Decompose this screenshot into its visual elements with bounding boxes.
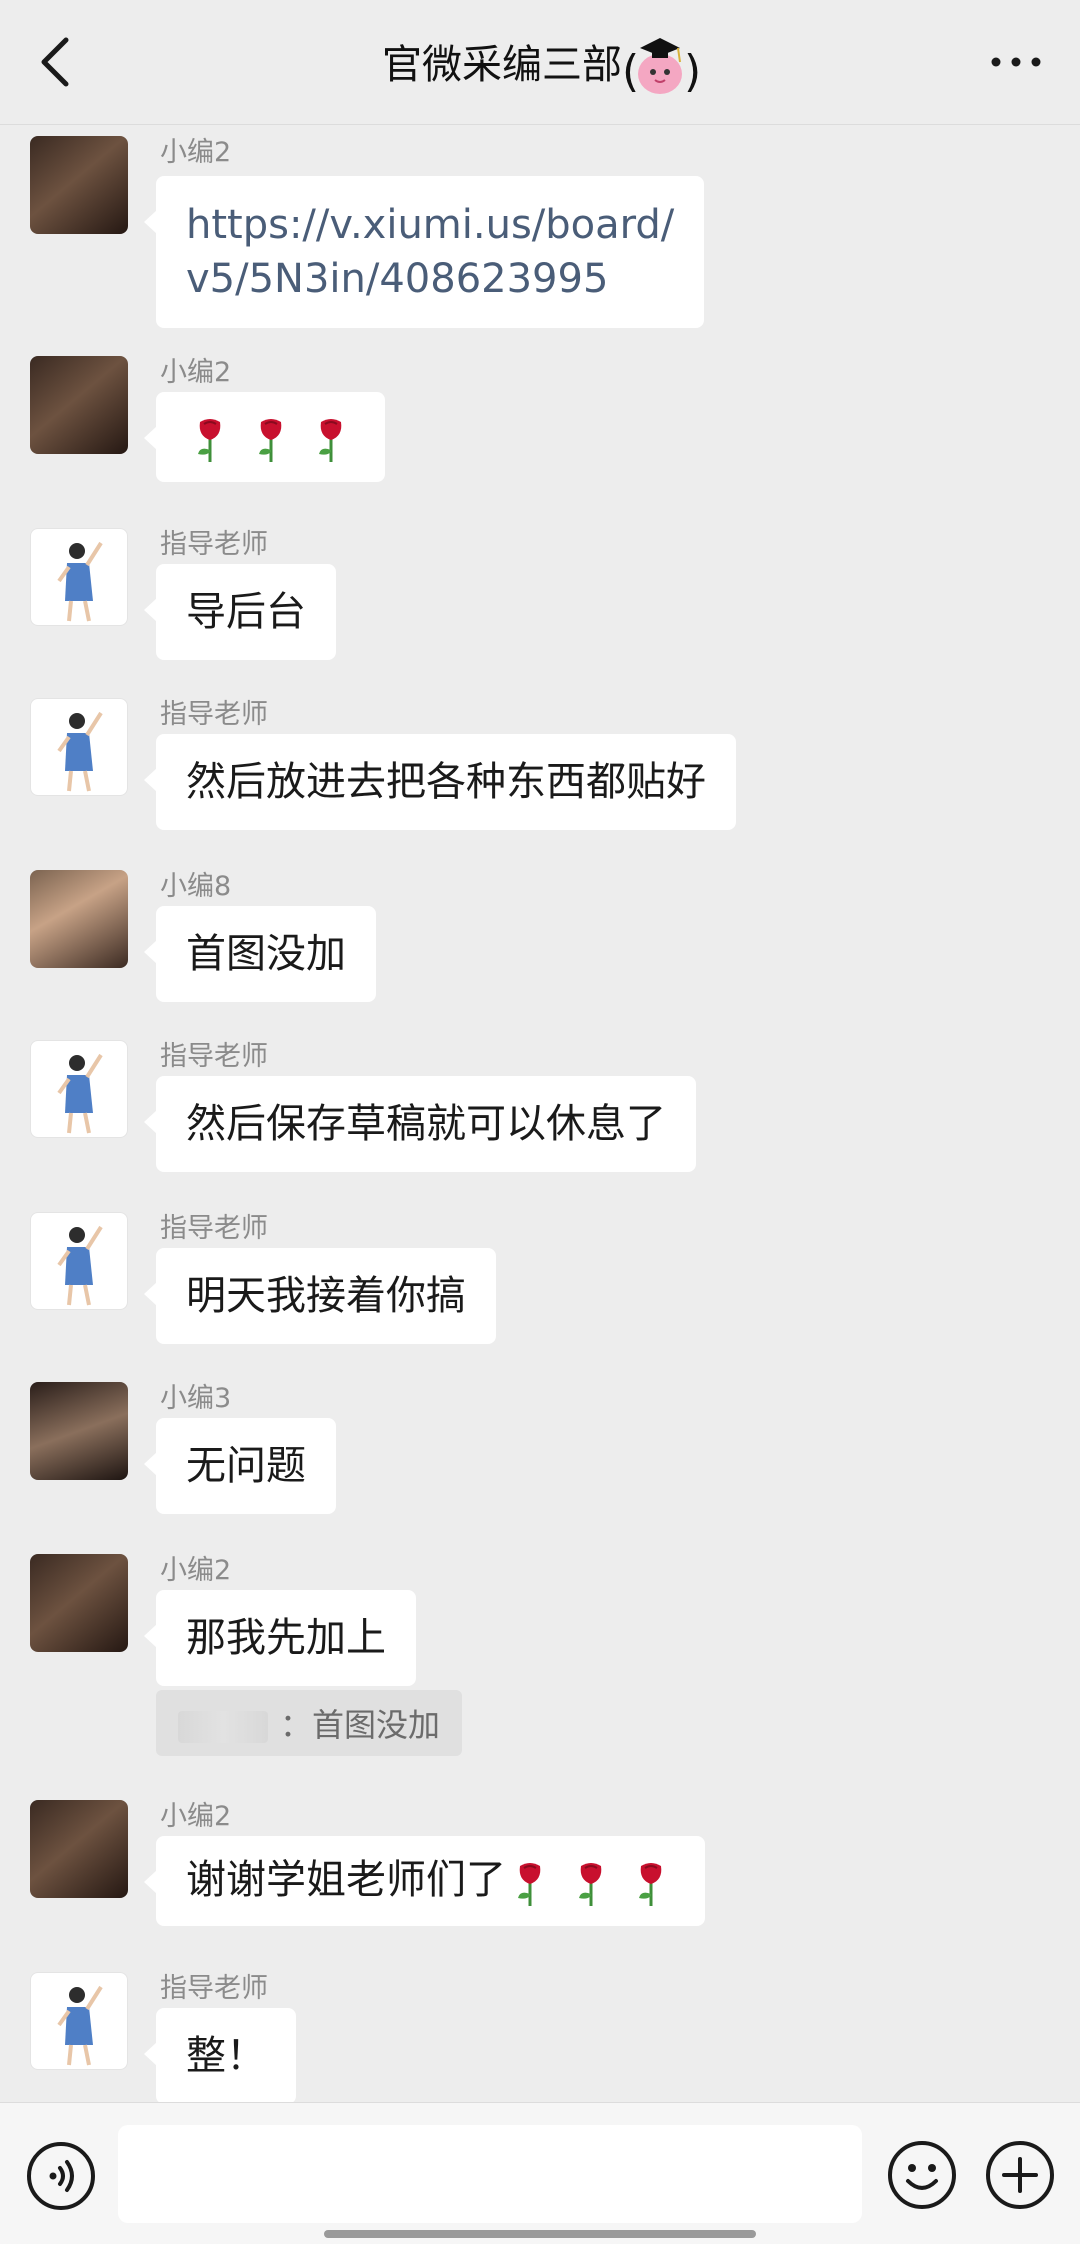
- avatar[interactable]: [30, 1382, 128, 1480]
- rose-emoji-icon: [518, 1863, 541, 1906]
- svg-text:(: (: [622, 46, 639, 97]
- svg-text:): ): [684, 46, 698, 97]
- avatar[interactable]: [30, 528, 128, 626]
- avatar[interactable]: [30, 1972, 128, 2070]
- more-actions-button[interactable]: [984, 2139, 1056, 2211]
- rose-emoji-icon: [198, 419, 221, 462]
- home-indicator[interactable]: [324, 2230, 756, 2238]
- link-text-line[interactable]: https://v.xiumi.us/board/: [186, 198, 674, 252]
- sender-name: 小编3: [160, 1383, 232, 1414]
- sender-name: 指导老师: [160, 1213, 268, 1244]
- emoji-button[interactable]: [886, 2139, 958, 2211]
- message-bubble[interactable]: 整！: [144, 2008, 296, 2104]
- rose-emoji-icon: [319, 419, 342, 462]
- quoted-sender-blurred: [178, 1711, 268, 1743]
- emoji-smile-icon: [888, 2141, 956, 2209]
- avatar[interactable]: [30, 356, 128, 454]
- sender-name: 指导老师: [160, 1041, 268, 1072]
- teacher-avatar-illustration: [57, 711, 103, 792]
- message-bubble[interactable]: 无问题: [144, 1418, 336, 1514]
- emoji-row: [506, 1854, 675, 1910]
- more-options-button[interactable]: [988, 40, 1044, 84]
- emoji-row: [186, 410, 355, 466]
- message-bubble[interactable]: 然后保存草稿就可以休息了: [144, 1076, 696, 1172]
- avatar[interactable]: [30, 870, 128, 968]
- sender-name: 指导老师: [160, 1973, 268, 2004]
- avatar[interactable]: [30, 1040, 128, 1138]
- message-bubble[interactable]: [143, 392, 386, 482]
- teacher-avatar-illustration: [57, 1225, 103, 1306]
- message-bubble-link[interactable]: https://v.xiumi.us/board/ v5/5N3in/40862…: [143, 176, 705, 328]
- input-bar: [0, 2102, 1080, 2244]
- message-bubble[interactable]: 首图没加: [144, 906, 376, 1002]
- avatar[interactable]: [30, 1800, 128, 1898]
- sender-name: 小编2: [160, 1801, 232, 1832]
- message-text: 谢谢学姐老师们了: [186, 1857, 506, 1903]
- sender-name: 小编8: [160, 871, 232, 902]
- teacher-avatar-illustration: [57, 1985, 103, 2066]
- chat-title-text: 官微采编三部: [382, 42, 622, 88]
- message-list[interactable]: 小编2 https://v.xiumi.us/board/ v5/5N3in/4…: [0, 124, 1080, 2104]
- message-bubble[interactable]: 然后放进去把各种东西都贴好: [144, 734, 736, 830]
- header-bar: 官微采编三部 ( ): [0, 0, 1080, 125]
- message-bubble[interactable]: 那我先加上: [144, 1590, 416, 1686]
- plus-circle-icon: [986, 2141, 1054, 2209]
- avatar[interactable]: [30, 1212, 128, 1310]
- teacher-avatar-illustration: [57, 1053, 103, 1134]
- rose-emoji-icon: [258, 419, 282, 462]
- rose-emoji-icon: [639, 1863, 662, 1906]
- more-dots-icon: [991, 57, 1041, 67]
- sender-name: 小编2: [160, 137, 232, 168]
- message-bubble[interactable]: 明天我接着你搞: [144, 1248, 496, 1344]
- link-text-line[interactable]: v5/5N3in/408623995: [186, 252, 674, 306]
- quote-separator: ：: [280, 1706, 313, 1744]
- message-bubble[interactable]: 谢谢学姐老师们了: [143, 1836, 706, 1926]
- teacher-avatar-illustration: [57, 541, 103, 622]
- message-input[interactable]: [118, 2125, 862, 2223]
- voice-button[interactable]: [26, 2141, 96, 2211]
- sender-name: 小编2: [160, 1555, 232, 1586]
- sender-name: 小编2: [160, 357, 232, 388]
- avatar[interactable]: [30, 136, 128, 234]
- voice-icon: [27, 2142, 95, 2210]
- chat-screen: 官微采编三部 ( ): [0, 0, 1080, 2244]
- sender-name: 指导老师: [160, 699, 268, 730]
- rose-emoji-icon: [578, 1863, 602, 1906]
- avatar[interactable]: [30, 1554, 128, 1652]
- quoted-message[interactable]: ：首图没加: [156, 1690, 463, 1756]
- chat-title: 官微采编三部 ( ): [0, 28, 1080, 98]
- message-bubble[interactable]: 导后台: [144, 564, 336, 660]
- sender-name: 指导老师: [160, 529, 268, 560]
- avatar[interactable]: [30, 698, 128, 796]
- pink-mascot-graduation-cap-icon: ( ): [622, 30, 701, 100]
- quoted-text: 首图没加: [312, 1706, 441, 1744]
